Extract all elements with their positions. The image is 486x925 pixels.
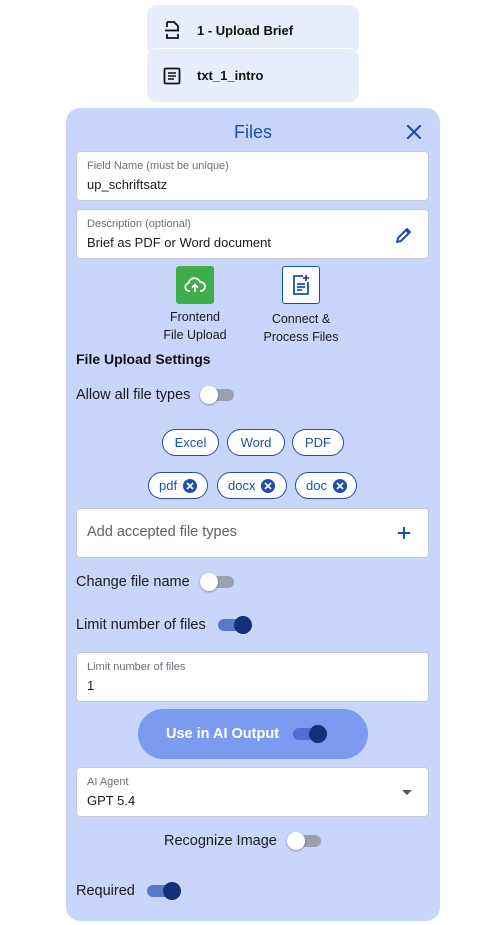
field-value: Brief as PDF or Word document <box>87 235 271 250</box>
tile-label: Connect & Process Files <box>263 312 339 344</box>
ai-agent-select[interactable]: AI Agent GPT 5.4 <box>76 767 429 817</box>
required-row: Required <box>76 882 181 900</box>
frontend-file-upload-tile[interactable]: Frontend File Upload <box>152 266 238 344</box>
node-label: 1 - Upload Brief <box>197 22 294 38</box>
preset-chip-pdf[interactable]: PDF <box>292 429 344 456</box>
preset-chip-word[interactable]: Word <box>227 429 285 456</box>
field-value: 1 <box>87 678 95 693</box>
accepted-file-types-input[interactable]: Add accepted file types <box>76 508 429 558</box>
toggle-label: Limit number of files <box>76 617 206 633</box>
node-card-txt-intro[interactable]: txt_1_intro <box>147 48 359 102</box>
limit-files-row: Limit number of files <box>76 616 252 634</box>
required-toggle[interactable] <box>146 882 181 900</box>
node-label: txt_1_intro <box>197 68 264 83</box>
toggle-label: Recognize Image <box>164 833 277 849</box>
files-panel: Files Field Name (must be unique) up_sch… <box>66 108 440 921</box>
field-label: Limit number of files <box>87 661 186 673</box>
recognize-image-toggle[interactable] <box>286 832 321 850</box>
accepted-tag-docx: docx <box>217 472 287 499</box>
remove-tag-icon[interactable] <box>183 478 198 493</box>
ai-output-label: Use in AI Output <box>166 726 280 742</box>
change-file-name-toggle[interactable] <box>199 573 234 591</box>
field-value: GPT 5.4 <box>87 793 136 808</box>
field-label: Description (optional) <box>87 218 191 230</box>
accepted-tag-doc: doc <box>295 472 357 499</box>
change-file-name-row: Change file name <box>76 573 234 591</box>
document-lines-icon <box>161 65 183 87</box>
field-label: AI Agent <box>87 776 129 788</box>
tag-label: doc <box>306 478 327 493</box>
accepted-tag-pdf: pdf <box>148 472 208 499</box>
pencil-icon[interactable] <box>394 225 414 245</box>
ai-output-toggle[interactable] <box>293 725 328 743</box>
caret-down-icon <box>402 790 412 795</box>
panel-title: Files <box>233 122 272 142</box>
tag-label: pdf <box>159 478 178 493</box>
preset-chip-excel[interactable]: Excel <box>162 429 219 456</box>
field-value: up_schriftsatz <box>87 177 168 192</box>
toggle-label: Required <box>76 883 135 899</box>
connect-process-files-tile[interactable]: Connect & Process Files <box>256 266 346 346</box>
allow-all-types-toggle[interactable] <box>200 386 235 404</box>
limit-files-toggle[interactable] <box>217 616 252 634</box>
field-label: Field Name (must be unique) <box>87 160 229 172</box>
allow-all-types-row: Allow all file types <box>76 386 235 404</box>
description-input[interactable]: Description (optional) Brief as PDF or W… <box>76 209 429 259</box>
remove-tag-icon[interactable] <box>332 478 347 493</box>
close-icon[interactable] <box>404 122 424 142</box>
tag-label: docx <box>228 478 256 493</box>
file-upload-icon <box>161 19 183 41</box>
document-plus-icon <box>282 266 320 304</box>
field-name-input[interactable]: Field Name (must be unique) up_schriftsa… <box>76 151 429 201</box>
toggle-label: Change file name <box>76 574 190 590</box>
limit-files-input[interactable]: Limit number of files 1 <box>76 652 429 702</box>
use-in-ai-output-button[interactable]: Use in AI Output <box>138 709 368 759</box>
cloud-upload-icon <box>176 266 214 304</box>
remove-tag-icon[interactable] <box>261 478 276 493</box>
section-title: File Upload Settings <box>76 351 211 367</box>
input-placeholder: Add accepted file types <box>87 524 237 540</box>
recognize-image-row: Recognize Image <box>164 832 321 850</box>
toggle-label: Allow all file types <box>76 387 191 403</box>
tile-label: Frontend File Upload <box>163 310 227 342</box>
plus-icon[interactable] <box>396 525 412 541</box>
